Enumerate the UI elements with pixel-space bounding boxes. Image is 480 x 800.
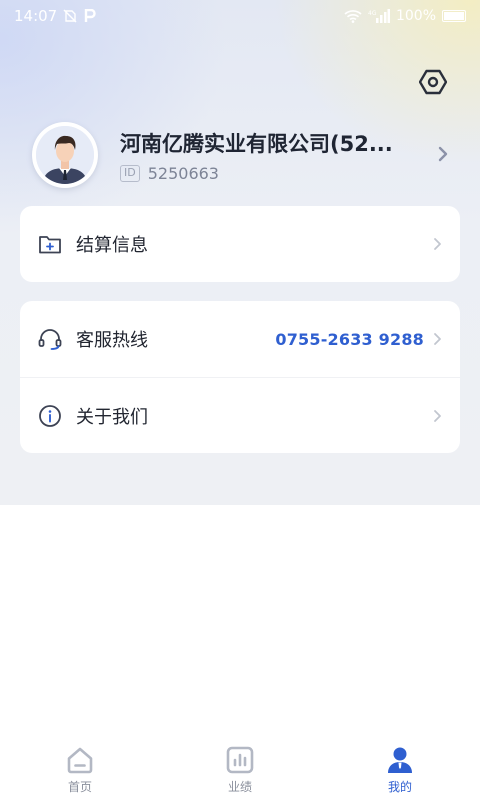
tab-performance[interactable]: 业绩 (160, 740, 320, 800)
menu-item-about[interactable]: 关于我们 (20, 377, 460, 453)
chevron-right-icon (434, 238, 441, 250)
bottom-tab-bar: 首页 业绩 我的 (0, 740, 480, 800)
tab-home[interactable]: 首页 (0, 740, 160, 800)
support-card: 客服热线 0755-2633 9288 关于我们 (20, 301, 460, 453)
home-icon (67, 747, 93, 774)
id-value: 5250663 (147, 164, 219, 183)
about-label: 关于我们 (76, 406, 148, 428)
wifi-icon (344, 10, 362, 23)
no-sim-icon (63, 9, 77, 23)
menu-item-hotline[interactable]: 客服热线 0755-2633 9288 (20, 301, 460, 377)
battery-percent: 100% (395, 8, 436, 24)
profile-header[interactable]: 河南亿腾实业有限公司(52... ID 5250663 (32, 122, 462, 188)
avatar[interactable] (32, 122, 98, 188)
battery-icon (442, 10, 466, 22)
headset-icon (38, 329, 62, 350)
tab-mine[interactable]: 我的 (320, 740, 480, 800)
hotline-number[interactable]: 0755-2633 9288 (275, 330, 424, 349)
chevron-right-icon (434, 409, 441, 422)
settlement-label: 结算信息 (76, 235, 148, 256)
signal-4g-icon: 4G (368, 9, 390, 23)
businessman-avatar-icon (36, 126, 94, 184)
id-badge: ID (120, 165, 140, 182)
settings-button[interactable] (417, 66, 449, 98)
menu-item-settlement[interactable]: 结算信息 (20, 206, 460, 282)
info-icon (39, 404, 61, 427)
tab-performance-label: 业绩 (227, 780, 252, 794)
hotline-label: 客服热线 (76, 330, 148, 351)
svg-text:4G: 4G (368, 10, 377, 17)
chart-icon (226, 746, 254, 774)
settings-hex-icon (419, 69, 447, 95)
company-name: 河南亿腾实业有限公司(52... (120, 132, 393, 156)
chevron-right-icon (438, 146, 448, 162)
parking-icon (85, 9, 96, 22)
status-time: 14:07 (14, 7, 58, 25)
tab-mine-label: 我的 (387, 780, 412, 794)
id-row: ID 5250663 (120, 164, 219, 183)
user-icon (388, 747, 412, 773)
tab-home-label: 首页 (67, 780, 92, 794)
status-bar: 14:07 4G 100% (0, 0, 480, 32)
settlement-card: 结算信息 (20, 206, 460, 282)
folder-plus-icon (39, 236, 61, 254)
chevron-right-icon (434, 333, 441, 345)
